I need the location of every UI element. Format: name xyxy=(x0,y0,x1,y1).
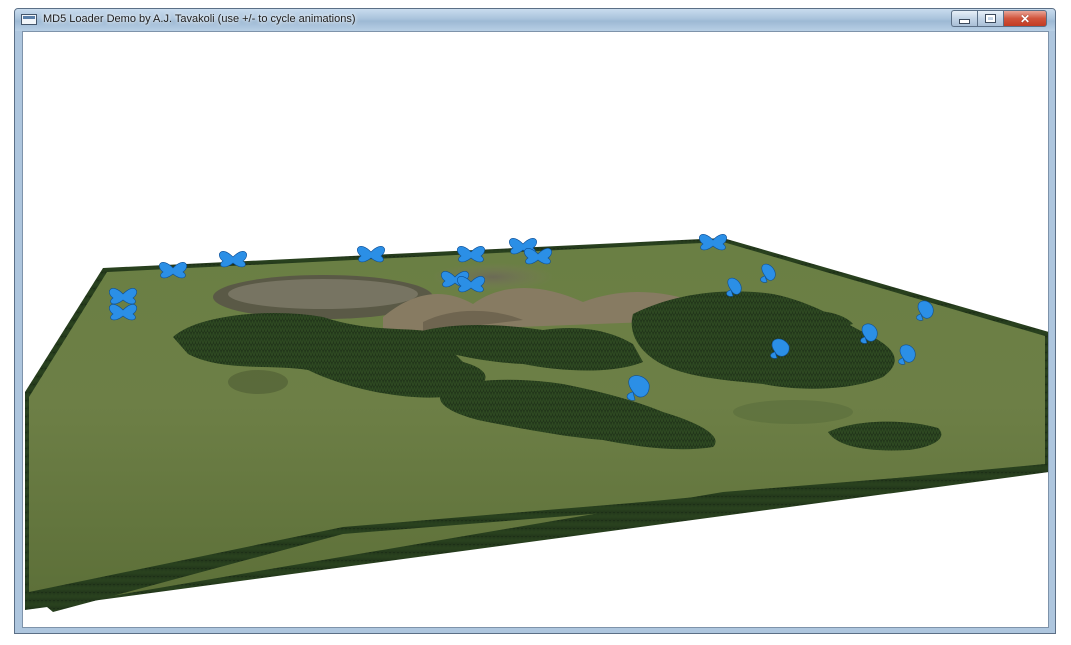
close-icon: ✕ xyxy=(1019,11,1031,26)
app-window: MD5 Loader Demo by A.J. Tavakoli (use +/… xyxy=(14,8,1056,634)
minimize-icon xyxy=(959,19,970,24)
caption-buttons: ✕ xyxy=(951,10,1047,27)
maximize-button[interactable] xyxy=(977,10,1003,27)
terrain-scene xyxy=(25,234,1048,612)
close-button[interactable]: ✕ xyxy=(1003,10,1047,27)
maximize-icon xyxy=(985,14,996,23)
minimize-button[interactable] xyxy=(951,10,977,27)
window-title: MD5 Loader Demo by A.J. Tavakoli (use +/… xyxy=(43,13,356,25)
title-bar[interactable]: MD5 Loader Demo by A.J. Tavakoli (use +/… xyxy=(15,9,1055,31)
application-icon[interactable] xyxy=(21,14,37,25)
render-viewport[interactable] xyxy=(22,31,1049,628)
